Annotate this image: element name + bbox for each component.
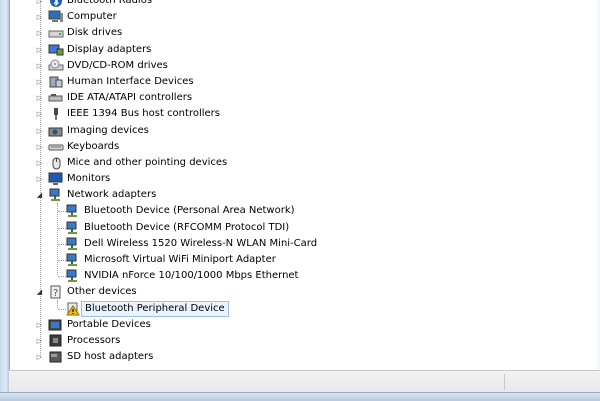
device-dell-wireless[interactable]: Dell Wireless 1520 Wireless-N WLAN Mini-…	[10, 236, 600, 252]
display-adapter-icon	[48, 43, 64, 57]
expand-arrow[interactable]: ▷	[36, 337, 43, 345]
expand-arrow[interactable]: ▷	[36, 94, 43, 102]
tree-item-keyboards[interactable]: ▷ Keyboards	[10, 139, 600, 155]
tree-item-label: SD host adapters	[67, 351, 154, 363]
expand-arrow[interactable]: ▷	[36, 13, 43, 21]
other-devices-icon: ?	[48, 285, 64, 299]
tree-item-label: Portable Devices	[67, 318, 151, 330]
expand-arrow[interactable]: ▷	[36, 29, 43, 37]
tree-item-label: Disk drives	[67, 27, 123, 39]
tree-item-display-adapters[interactable]: ▷ Display adapters	[10, 42, 600, 58]
expand-arrow[interactable]: ▷	[36, 159, 43, 167]
hid-icon	[48, 75, 64, 89]
device-label: Dell Wireless 1520 Wireless-N WLAN Mini-…	[84, 237, 318, 249]
device-bluetooth-peripheral[interactable]: Bluetooth Peripheral Device	[10, 300, 600, 317]
tree-item-bluetooth-radios[interactable]: ▷ Bluetooth Radios	[10, 0, 600, 9]
disk-drive-icon	[48, 26, 64, 40]
svg-text:?: ?	[53, 288, 58, 299]
expand-arrow[interactable]: ▷	[36, 321, 43, 329]
collapse-arrow[interactable]: ◢	[36, 288, 43, 296]
mouse-icon	[48, 156, 64, 170]
tree-item-processors[interactable]: ▷ Processors	[10, 333, 600, 349]
computer-icon	[48, 10, 64, 24]
warning-icon	[65, 302, 81, 316]
device-bluetooth-rfcomm[interactable]: Bluetooth Device (RFCOMM Protocol TDI)	[10, 220, 600, 236]
tree-item-portable-devices[interactable]: ▷ Portable Devices	[10, 317, 600, 333]
processor-icon	[48, 334, 64, 348]
window-left-border	[0, 0, 10, 400]
tree-item-mice[interactable]: ▷ Mice and other pointing devices	[10, 155, 600, 171]
expand-arrow[interactable]: ▷	[36, 110, 43, 118]
firewire-icon	[48, 107, 64, 121]
network-adapter-icon	[65, 204, 81, 218]
tree-item-imaging-devices[interactable]: ▷ Imaging devices	[10, 123, 600, 139]
tree-item-label: Computer	[67, 11, 117, 23]
device-label: Microsoft Virtual WiFi Miniport Adapter	[84, 254, 276, 265]
tree-item-sd-host-adapters[interactable]: ▷ SD host adapters	[10, 349, 600, 365]
camera-icon	[48, 124, 64, 138]
tree-item-ieee1394[interactable]: ▷ IEEE 1394 Bus host controllers	[10, 106, 600, 122]
status-bar-separator	[504, 374, 505, 390]
tree-item-computer[interactable]: ▷ Computer	[10, 9, 600, 25]
tree-item-disk-drives[interactable]: ▷ Disk drives	[10, 25, 600, 41]
collapse-arrow[interactable]: ◢	[36, 191, 43, 199]
dvd-drive-icon	[48, 59, 64, 73]
tree-item-label: Other devices	[67, 286, 137, 298]
device-ms-virtual-wifi[interactable]: Microsoft Virtual WiFi Miniport Adapter	[10, 252, 600, 268]
expand-arrow[interactable]: ▷	[36, 127, 43, 135]
device-label: Bluetooth Peripheral Device	[81, 300, 229, 317]
tree-item-label: Monitors	[67, 173, 111, 185]
device-bluetooth-pan[interactable]: Bluetooth Device (Personal Area Network)	[10, 203, 600, 219]
expand-arrow[interactable]: ▷	[36, 353, 43, 361]
tree-item-label: Keyboards	[67, 140, 120, 152]
network-adapter-icon	[65, 237, 81, 251]
tree-item-ide-controllers[interactable]: ▷ IDE ATA/ATAPI controllers	[10, 90, 600, 106]
tree-item-monitors[interactable]: ▷ Monitors	[10, 171, 600, 187]
tree-item-network-adapters[interactable]: ◢ Network adapters	[10, 187, 600, 203]
device-manager-window: ▷ Bluetooth Radios ▷ Computer ▷ Disk dri…	[0, 0, 600, 401]
tree-item-label: IEEE 1394 Bus host controllers	[67, 108, 220, 120]
device-nvidia-ethernet[interactable]: NVIDIA nForce 10/100/1000 Mbps Ethernet	[10, 268, 600, 284]
tree-item-label: Imaging devices	[67, 124, 149, 136]
device-label: NVIDIA nForce 10/100/1000 Mbps Ethernet	[84, 270, 299, 282]
status-bar	[9, 370, 600, 393]
sd-adapter-icon	[48, 350, 64, 364]
expand-arrow[interactable]: ▷	[36, 175, 43, 183]
device-tree[interactable]: ▷ Bluetooth Radios ▷ Computer ▷ Disk dri…	[10, 0, 600, 367]
network-adapter-icon	[65, 221, 81, 235]
tree-item-label: Display adapters	[67, 43, 152, 55]
tree-item-other-devices[interactable]: ◢ ? Other devices	[10, 284, 600, 300]
expand-arrow[interactable]: ▷	[36, 78, 43, 86]
tree-item-human-interface-devices[interactable]: ▷ Human Interface Devices	[10, 74, 600, 90]
expand-arrow[interactable]: ▷	[36, 46, 43, 54]
tree-item-dvd-drives[interactable]: ▷ DVD/CD-ROM drives	[10, 58, 600, 74]
network-adapter-icon	[48, 188, 64, 202]
bluetooth-icon	[48, 0, 64, 8]
expand-arrow[interactable]: ▷	[36, 62, 43, 70]
expand-arrow[interactable]: ▷	[36, 143, 43, 151]
network-adapter-icon	[65, 269, 81, 283]
tree-item-label: DVD/CD-ROM drives	[67, 59, 168, 71]
monitor-icon	[48, 172, 64, 186]
device-label: Bluetooth Device (Personal Area Network)	[84, 205, 295, 217]
keyboard-icon	[48, 140, 64, 154]
tree-item-label: IDE ATA/ATAPI controllers	[67, 92, 193, 104]
portable-device-icon	[48, 318, 64, 332]
device-label: Bluetooth Device (RFCOMM Protocol TDI)	[84, 221, 290, 233]
expand-arrow[interactable]: ▷	[36, 0, 43, 5]
ide-controller-icon	[48, 91, 64, 105]
tree-item-label: Mice and other pointing devices	[67, 156, 228, 168]
tree-item-label: Bluetooth Radios	[67, 0, 153, 6]
network-adapter-icon	[65, 253, 81, 267]
tree-item-label: Processors	[67, 334, 121, 346]
tree-item-label: Network adapters	[67, 189, 157, 201]
tree-item-label: Human Interface Devices	[67, 75, 194, 87]
